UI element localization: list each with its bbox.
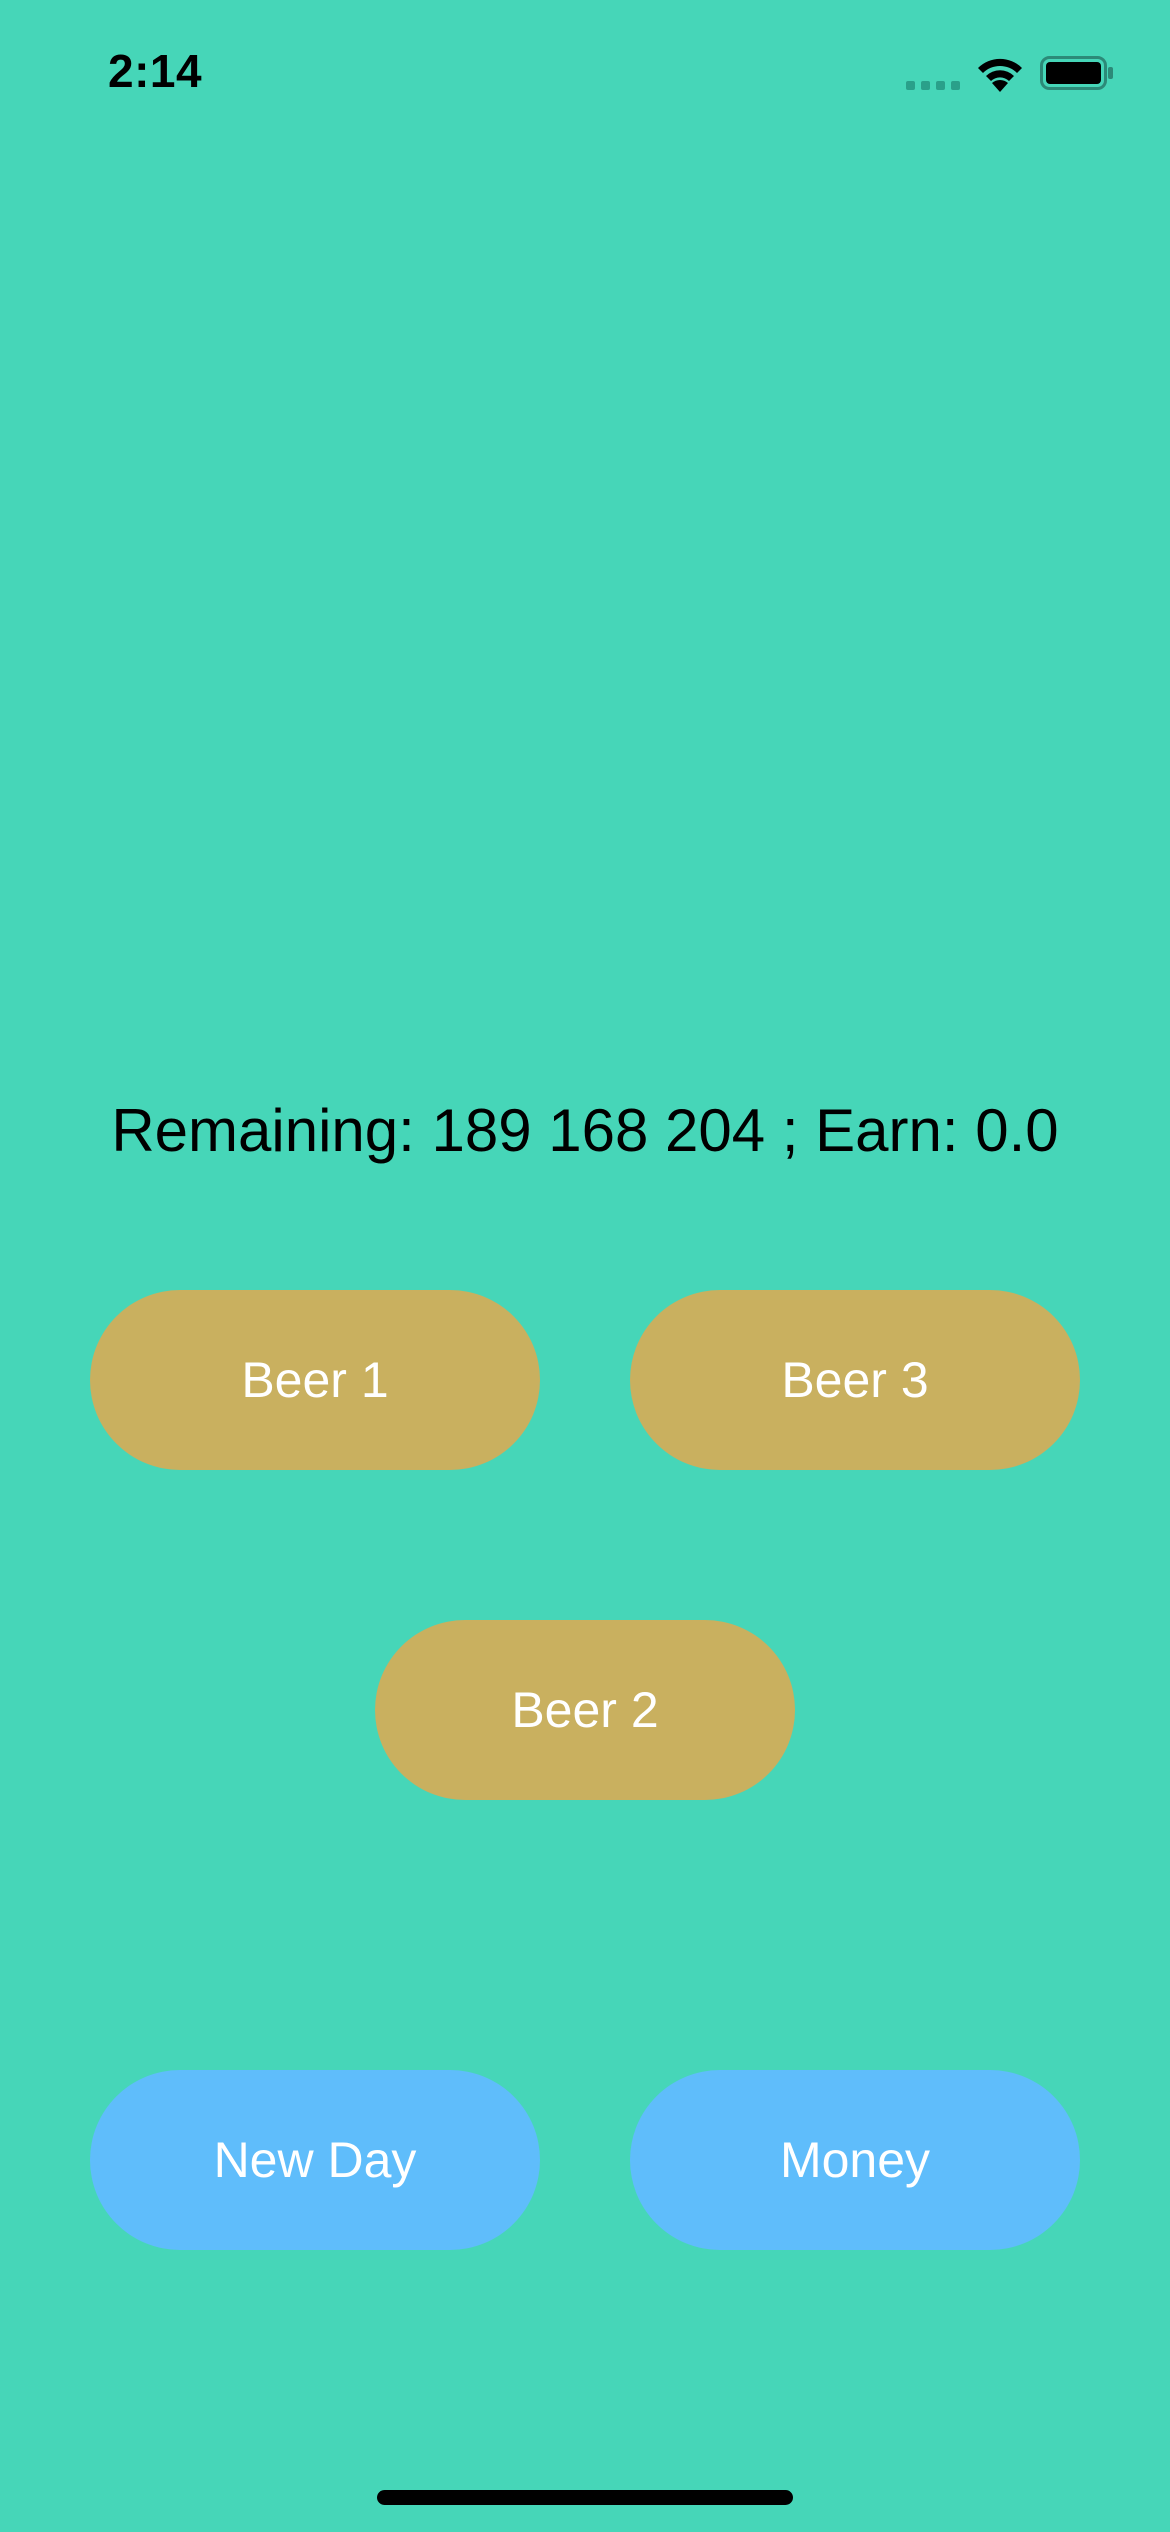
stats-label: Remaining: 189 168 204 ; Earn: 0.0 [111,1097,1059,1164]
new-day-button[interactable]: New Day [90,2070,540,2250]
beer-2-label: Beer 2 [511,1682,659,1738]
beer-2-button[interactable]: Beer 2 [375,1620,795,1800]
beer-1-label: Beer 1 [241,1352,389,1408]
wifi-icon [972,54,1028,92]
beer-3-label: Beer 3 [781,1352,929,1408]
money-label: Money [779,2132,931,2188]
home-indicator[interactable] [377,2490,793,2505]
cellular-signal-icon [906,81,960,91]
beer-1-button[interactable]: Beer 1 [90,1290,540,1470]
battery-icon [1040,56,1114,90]
money-button[interactable]: Money [630,2070,1080,2250]
beer-3-button[interactable]: Beer 3 [630,1290,1080,1470]
status-time: 2:14 [108,45,203,97]
new-day-label: New Day [213,2132,417,2188]
